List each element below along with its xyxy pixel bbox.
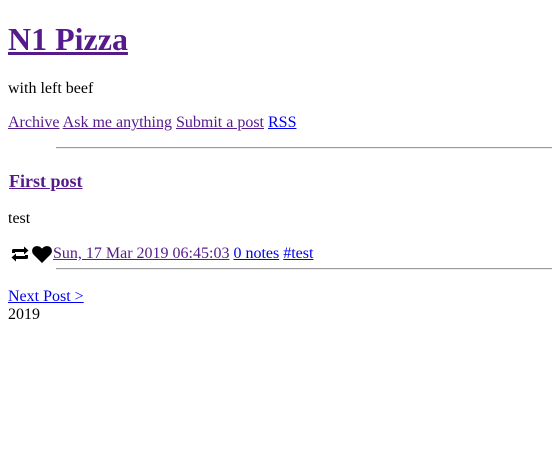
post-body: test <box>8 210 31 227</box>
top-nav: Archive Ask me anything Submit a post RS… <box>8 114 296 132</box>
post-notes-link[interactable]: 0 notes <box>233 245 279 263</box>
nav-rss-link[interactable]: RSS <box>268 114 296 131</box>
reblog-icon[interactable] <box>9 243 31 265</box>
post-tag-link[interactable]: #test <box>283 245 313 263</box>
post-date-link[interactable]: Sun, 17 Mar 2019 06:45:03 <box>53 245 229 263</box>
post-meta: Sun, 17 Mar 2019 06:45:03 0 notes #test <box>9 243 313 265</box>
post-title: First post <box>9 171 83 191</box>
footer-year: 2019 <box>8 306 40 323</box>
site-title-link[interactable]: N1 Pizza <box>8 21 128 57</box>
nav-submit-link[interactable]: Submit a post <box>176 114 264 131</box>
nav-archive-link[interactable]: Archive <box>8 114 60 131</box>
site-title: N1 Pizza <box>8 19 128 59</box>
post-title-link[interactable]: First post <box>9 171 83 191</box>
top-divider <box>56 147 552 149</box>
like-icon[interactable] <box>31 243 53 265</box>
next-post-link[interactable]: Next Post > <box>8 288 84 305</box>
blog-description: with left beef <box>8 80 94 97</box>
bottom-divider <box>56 268 552 270</box>
pagination: Next Post > <box>8 288 84 306</box>
nav-ask-link[interactable]: Ask me anything <box>63 114 172 131</box>
